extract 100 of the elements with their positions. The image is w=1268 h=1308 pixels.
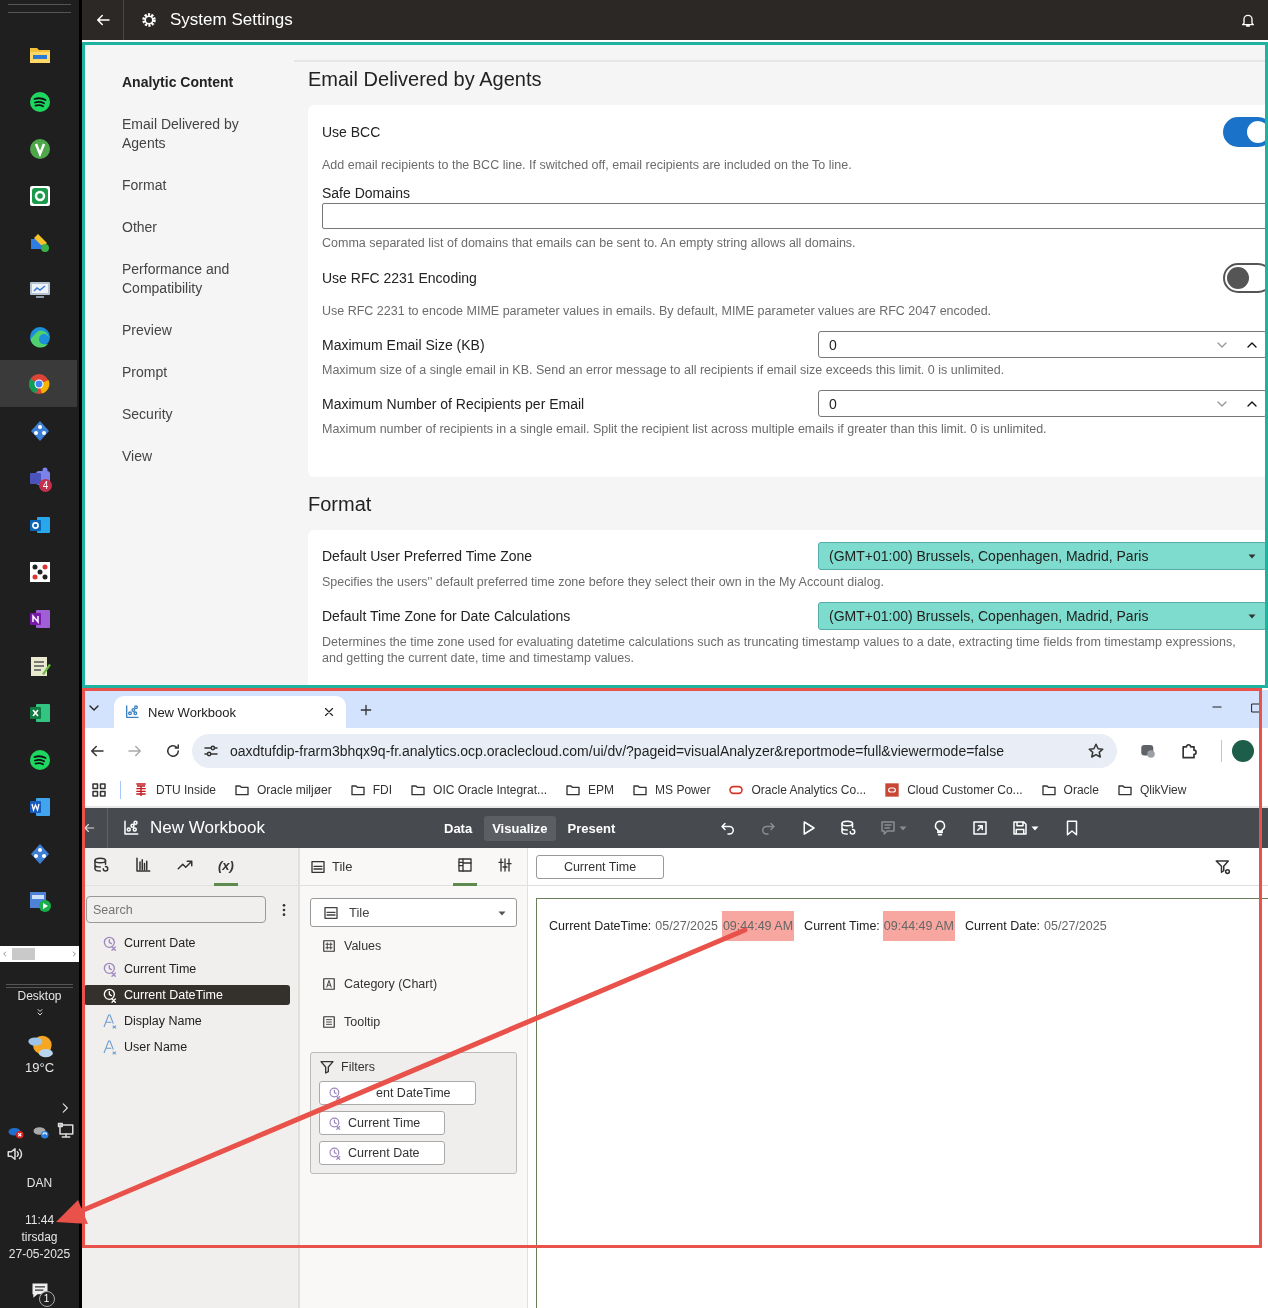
network-icon[interactable] xyxy=(57,1122,75,1140)
setting-description: Maximum number of recipients in a single email. Split the recipient list across multiple emails if greater than this limit. 0 is unlimited. xyxy=(322,421,1048,437)
clock-time[interactable]: 11:44 xyxy=(24,1212,55,1229)
bookmark[interactable]: Oracle miljøer xyxy=(234,782,332,798)
site-icon xyxy=(133,782,149,798)
canvas-tab[interactable]: Current Time xyxy=(536,854,664,879)
sidebar-item[interactable]: View xyxy=(122,447,262,466)
mode-tab[interactable]: Data xyxy=(436,815,481,841)
section-heading: Format xyxy=(308,493,373,516)
save-icon xyxy=(1011,819,1030,837)
browser-tab[interactable]: New Workbook xyxy=(114,696,346,728)
sidebar-item[interactable]: Analytic Content xyxy=(122,73,262,92)
bookmark[interactable]: DTU Inside xyxy=(133,782,217,798)
divider-line xyxy=(8,4,71,13)
apps-icon[interactable] xyxy=(90,781,108,799)
app-icon xyxy=(27,89,52,114)
app-icon xyxy=(27,324,52,349)
star-icon[interactable] xyxy=(1087,742,1105,760)
field-value: 05/27/2025 xyxy=(654,918,719,935)
extension-icon[interactable] xyxy=(1139,742,1157,760)
filter-chip[interactable]: ent DateTime xyxy=(319,1081,476,1105)
reload-icon[interactable] xyxy=(164,742,182,760)
bookmark[interactable]: QlikView xyxy=(1116,782,1187,798)
sidebar-item[interactable]: Preview xyxy=(122,321,262,340)
filter-chip[interactable]: Current Time xyxy=(319,1111,446,1135)
data-element[interactable]: Current DateTime xyxy=(84,985,290,1005)
sidebar-item[interactable]: Prompt xyxy=(122,363,262,382)
filters-label: Filters xyxy=(341,1060,376,1074)
toggle-switch[interactable] xyxy=(1223,263,1265,293)
bookmark[interactable]: Oracle Analytics Co... xyxy=(728,782,867,798)
field-label: Current DateTime: xyxy=(549,919,652,933)
address-bar[interactable]: oaxdtufdip-frarm3bhqx9q-fr.analytics.ocp.oraclecloud.com/ui/dv/?pageid=visualAnalyzer&reportmode=full&viewermode=false xyxy=(192,734,1117,768)
filter-icon xyxy=(319,1059,335,1075)
folder-icon xyxy=(1040,782,1057,798)
language-indicator[interactable]: DAN xyxy=(0,1175,79,1192)
bookmark[interactable]: EPM xyxy=(565,782,615,798)
setting-label: Use BCC xyxy=(322,124,382,140)
maximize-icon[interactable] xyxy=(1250,702,1262,714)
settings-icon xyxy=(140,11,158,29)
input-field[interactable] xyxy=(322,203,1265,229)
clock-icon xyxy=(328,1116,342,1130)
notification-count: 1 xyxy=(38,1291,55,1307)
export-icon xyxy=(971,819,990,837)
setting-label: Default User Preferred Time Zone xyxy=(322,548,534,564)
close-icon[interactable] xyxy=(322,705,336,719)
notification-button[interactable]: 1 xyxy=(24,1281,55,1307)
clock-date[interactable]: 27-05-2025 xyxy=(8,1246,71,1263)
sliders-icon xyxy=(497,857,513,873)
desktop-label[interactable]: Desktop xyxy=(0,988,79,1005)
list-icon xyxy=(322,1015,336,1029)
bookmark[interactable]: FDI xyxy=(349,782,393,798)
new-tab-icon[interactable] xyxy=(358,702,374,718)
field-value: 09:44:49 AM xyxy=(882,911,956,941)
data-element[interactable]: Current Time xyxy=(84,959,290,979)
setting-description: Add email recipients to the BCC line. If switched off, email recipients are included on the To line. xyxy=(322,157,853,173)
mode-tab[interactable]: Present xyxy=(559,815,624,841)
sidebar-item[interactable]: Other xyxy=(122,218,262,237)
filter-chip[interactable]: Current Date xyxy=(319,1141,445,1165)
sidebar-item[interactable]: Format xyxy=(122,176,262,195)
dropdown[interactable]: Tile xyxy=(310,898,517,927)
app-button[interactable] xyxy=(0,360,77,407)
number-field[interactable]: 0 xyxy=(818,390,1265,417)
panel-title: Tile xyxy=(332,859,353,874)
data-element[interactable]: User Name xyxy=(84,1037,290,1057)
puzzle-icon[interactable] xyxy=(1179,741,1199,761)
search-field[interactable]: Search xyxy=(86,896,266,923)
scrollbar[interactable] xyxy=(0,946,79,962)
bookmark[interactable]: Oracle xyxy=(1040,782,1099,798)
data-element[interactable]: Current Date xyxy=(84,933,290,953)
filter-icon[interactable] xyxy=(1214,857,1232,876)
drop-target[interactable]: Category (Chart) xyxy=(310,965,517,1003)
avatar-icon[interactable] xyxy=(1232,740,1254,762)
sidebar-item[interactable]: Security xyxy=(122,405,262,424)
app-icon xyxy=(27,559,52,584)
drop-target[interactable]: Tooltip xyxy=(310,1003,517,1041)
sidebar-item[interactable]: Performance and Compatibility xyxy=(122,260,262,298)
speaker-icon[interactable] xyxy=(6,1145,24,1163)
data-element[interactable]: Display Name xyxy=(84,1011,290,1031)
sidebar-item[interactable]: Email Delivered by Agents xyxy=(122,115,262,153)
app-button[interactable]: 4 xyxy=(0,454,79,501)
section-heading: Email Delivered by Agents xyxy=(308,68,543,91)
toggle-switch[interactable] xyxy=(1223,117,1265,147)
bell-icon[interactable] xyxy=(1240,12,1256,28)
cloud-icon xyxy=(884,782,901,798)
dropdown[interactable]: (GMT+01:00) Brussels, Copenhagen, Madrid, Paris xyxy=(818,602,1265,630)
app-icon xyxy=(27,183,52,208)
bookmark[interactable]: Cloud Customer Co... xyxy=(884,782,1023,798)
mode-tab[interactable]: Visualize xyxy=(484,815,556,841)
clock-day[interactable]: tirsdag xyxy=(21,1229,58,1246)
field-value: 05/27/2025 xyxy=(1043,918,1108,935)
number-field[interactable]: 0 xyxy=(818,331,1265,358)
bookmark[interactable]: MS Power xyxy=(632,782,711,798)
bookmark[interactable]: OIC Oracle Integrat... xyxy=(410,782,548,798)
setting-label: Default Time Zone for Date Calculations xyxy=(322,608,572,624)
back-icon[interactable] xyxy=(82,821,96,835)
drop-target[interactable]: Values xyxy=(310,927,517,965)
dropdown[interactable]: (GMT+01:00) Brussels, Copenhagen, Madrid, Paris xyxy=(818,542,1265,570)
folder-icon xyxy=(1116,782,1133,798)
panel-tab[interactable]: (x) xyxy=(214,847,238,886)
database-icon xyxy=(839,819,858,837)
